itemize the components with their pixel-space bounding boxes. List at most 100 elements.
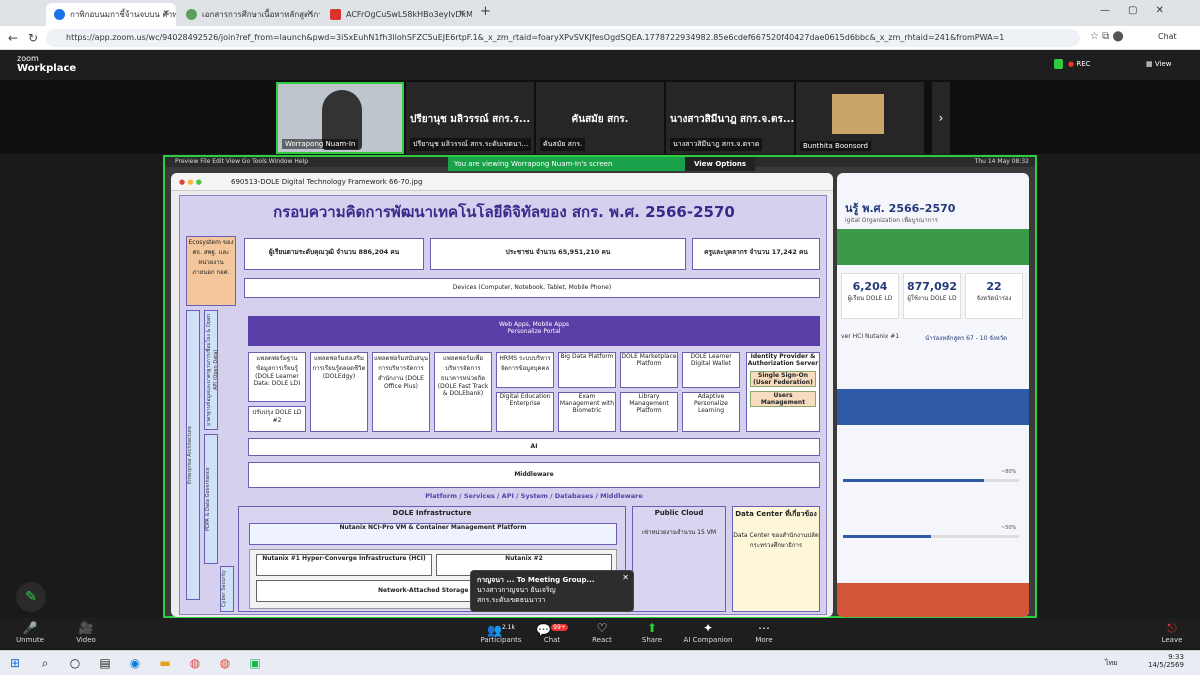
share-button[interactable]: ⬆ Share	[632, 620, 672, 648]
line-icon[interactable]: ▣	[246, 654, 264, 672]
app-box: HRMS ระบบบริหารจัดการข้อมูลบุคคล	[496, 352, 554, 388]
recording-indicator: ● REC	[1068, 60, 1091, 68]
mac-menu: Preview File Edit View Go Tools Window H…	[175, 158, 309, 165]
chat-notification[interactable]: กาญจนา ... To Meeting Group... นางสาวกาญ…	[470, 570, 634, 612]
chrome-icon[interactable]: ◍	[186, 654, 204, 672]
notif-org: สกร.ระดับเขตธนนาวา	[477, 596, 546, 604]
learners-box: ผู้เรียนตามระดับคุณวุฒิ จำนวน 886,204 คน	[244, 238, 424, 270]
datacenter-box: Data Center ที่เกี่ยวข้อง Data Center ขอ…	[732, 506, 820, 612]
annotate-icon[interactable]: ✎	[16, 582, 46, 612]
enterprise-architecture-bar: Enterprise Architecture	[186, 310, 200, 600]
video-tile[interactable]: คันสมัย สกร. คันสมัย สกร.	[536, 82, 664, 154]
video-gallery: Worrapong Nuam-In ปรียานุช มลิวรรณ์ สกร.…	[0, 80, 1200, 154]
control-label: Participants	[480, 636, 522, 644]
stat-label: จังหวัดนำร่อง	[976, 295, 1012, 302]
close-tab-icon[interactable]: ✕	[306, 3, 314, 26]
chrome-profile-icon[interactable]: ◍	[216, 654, 234, 672]
clock[interactable]: 9:33 14/5/2569	[1148, 653, 1184, 669]
next-page-icon[interactable]: ›	[932, 82, 950, 154]
close-icon[interactable]: ✕	[622, 573, 629, 583]
participants-icon: 👥2.1k	[487, 623, 515, 637]
app-box: Exam Management with Biometric	[558, 392, 616, 432]
widgets-icon[interactable]: ▤	[96, 654, 114, 672]
leave-icon: ⎋	[1167, 621, 1177, 635]
participant-name: นางสาวสิมีนาฎ สกร.จ.ตราด	[670, 138, 763, 151]
unmute-button[interactable]: 🎤 Unmute	[10, 620, 50, 648]
webapps-bar: Web Apps, Mobile Apps Personalize Portal	[248, 316, 820, 346]
app-box: แพลตฟอร์มเพื่อบริหารจัดการธนาคารหน่วยกิต…	[434, 352, 492, 432]
more-button[interactable]: ⋯ More	[744, 620, 784, 648]
browser-toolbar: ← ↻ https://app.zoom.us/wc/94028492526/j…	[0, 26, 1200, 50]
app-box: Digital Education Enterprise	[496, 392, 554, 432]
tab-zoom[interactable]: กาพิกอบนมกาชี้จ้านจบบน คำทะใ ✕	[46, 3, 176, 26]
view-options-button[interactable]: View Options	[685, 157, 755, 171]
ai-bar: AI	[248, 438, 820, 456]
control-label: React	[592, 636, 612, 644]
notif-title: กาญจนา ... To Meeting Group...	[477, 576, 595, 584]
video-button[interactable]: 🎥 Video	[66, 620, 106, 648]
edge-icon[interactable]: ◉	[126, 654, 144, 672]
datacenter-desc: Data Center ของสำนักงานปลัดกระทรวงศึกษาธ…	[733, 532, 819, 549]
participant-name: ปรียานุช มลิวรรณ์ สกร.ระดับเขตนา...	[410, 138, 532, 151]
tab-title: กาพิกอบนมกาชี้จ้านจบบน คำทะใ	[70, 10, 176, 19]
right-subtitle: igital Organization เพื่อบูรณาการ	[845, 217, 938, 224]
participants-button[interactable]: 👥2.1k Participants	[478, 620, 524, 648]
address-bar[interactable]: https://app.zoom.us/wc/94028492526/join?…	[46, 29, 1080, 47]
public-cloud-desc: เช่าหน่วยงานจำนวน 15 VM	[641, 529, 717, 536]
leave-button[interactable]: ⎋ Leave	[1152, 620, 1192, 648]
participants-count: 2.1k	[501, 624, 515, 631]
mac-clock: Thu 14 May 08:32	[974, 158, 1029, 165]
language-indicator[interactable]: ไทย	[1105, 658, 1117, 669]
ai-companion-button[interactable]: ✦ AI Companion	[680, 620, 736, 648]
extensions-icon[interactable]: ☆ ⧉ ⬤	[1090, 31, 1124, 42]
new-tab-button[interactable]: +	[480, 4, 491, 19]
heart-icon: ♡	[596, 621, 608, 635]
video-off-icon: 🎥	[78, 621, 94, 635]
close-tab-icon[interactable]: ✕	[458, 3, 466, 26]
tab-pdf[interactable]: ACFrOgCuSwL58kHBo3eyIvDkMv... ✕	[322, 3, 472, 26]
chat-button[interactable]: 💬 99+ Chat	[532, 620, 572, 648]
zoom-header: zoom Workplace ● REC ▦ View	[0, 50, 1200, 80]
app-box: แพลตฟอร์มส่งเสริมการเรียนรู้ตลอดชีวิต (D…	[310, 352, 368, 432]
task-view-icon[interactable]: ○	[66, 654, 84, 672]
control-label: Video	[76, 636, 96, 644]
participant-display-name: นางสาวสิมีนาฎ สกร.จ.ตร...	[670, 114, 794, 125]
video-tile[interactable]: Worrapong Nuam-In	[276, 82, 404, 154]
zoom-logo: zoom	[17, 54, 39, 63]
search-icon[interactable]: ⌕	[36, 654, 54, 672]
chat-button[interactable]: Chat	[1158, 32, 1177, 41]
back-icon[interactable]: ←	[4, 29, 22, 47]
window-controls[interactable]: —▢✕	[1100, 5, 1182, 16]
participant-display-name: ปรียานุช มลิวรรณ์ สกร.ร...	[410, 114, 531, 125]
react-button[interactable]: ♡ React	[582, 620, 622, 648]
windows-start-icon[interactable]: ⊞	[6, 654, 24, 672]
stat-value: 877,092	[906, 280, 958, 293]
infra-title: DOLE Infrastructure	[392, 509, 472, 517]
citizens-box: ประชาชน จำนวน 65,951,210 คน	[430, 238, 686, 270]
participant-name: คันสมัย สกร.	[540, 138, 586, 151]
public-cloud-box: Public Cloud เช่าหน่วยงานจำนวน 15 VM	[632, 506, 726, 612]
control-label: Leave	[1161, 636, 1183, 644]
grid-icon: ▦	[1146, 60, 1153, 68]
sso-label: Single Sign-On (User Federation)	[750, 371, 816, 387]
video-tile[interactable]: ปรียานุช มลิวรรณ์ สกร.ร... ปรียานุช มลิว…	[406, 82, 534, 154]
reload-icon[interactable]: ↻	[24, 29, 42, 47]
traffic-lights-icon[interactable]: ● ● ●	[179, 173, 202, 191]
clock-date: 14/5/2569	[1148, 661, 1184, 669]
video-tile[interactable]: นางสาวสิมีนาฎ สกร.จ.ตร... นางสาวสิมีนาฎ …	[666, 82, 794, 154]
public-cloud-title: Public Cloud	[654, 509, 704, 517]
preview-titlebar: ● ● ● 690513-DOLE Digital Technology Fra…	[171, 173, 833, 191]
close-tab-icon[interactable]: ✕	[162, 3, 170, 26]
folder-icon[interactable]: ▬	[156, 654, 174, 672]
video-tile[interactable]: Bunthita Boonsord	[796, 82, 924, 154]
secondary-window: นรู้ พ.ศ. 2566–2570 igital Organization …	[837, 173, 1029, 617]
tab-doc[interactable]: เอกสารการศึกษาเนื้อหาหลักสูตรการใช้งาน ✕	[178, 3, 320, 26]
preview-window: ● ● ● 690513-DOLE Digital Technology Fra…	[171, 173, 833, 617]
stat-card: 22 จังหวัดนำร่อง	[965, 273, 1023, 319]
view-button[interactable]: ▦ View	[1146, 60, 1171, 68]
participant-name: Bunthita Boonsord	[800, 141, 871, 151]
users-label: Users Management	[750, 391, 816, 407]
microphone-muted-icon: 🎤	[22, 621, 38, 635]
stat-value: 6,204	[852, 280, 888, 293]
poster-title: กรอบความคิดการพัฒนาเทคโนโลยีดิจิทัลของ ส…	[273, 203, 735, 221]
